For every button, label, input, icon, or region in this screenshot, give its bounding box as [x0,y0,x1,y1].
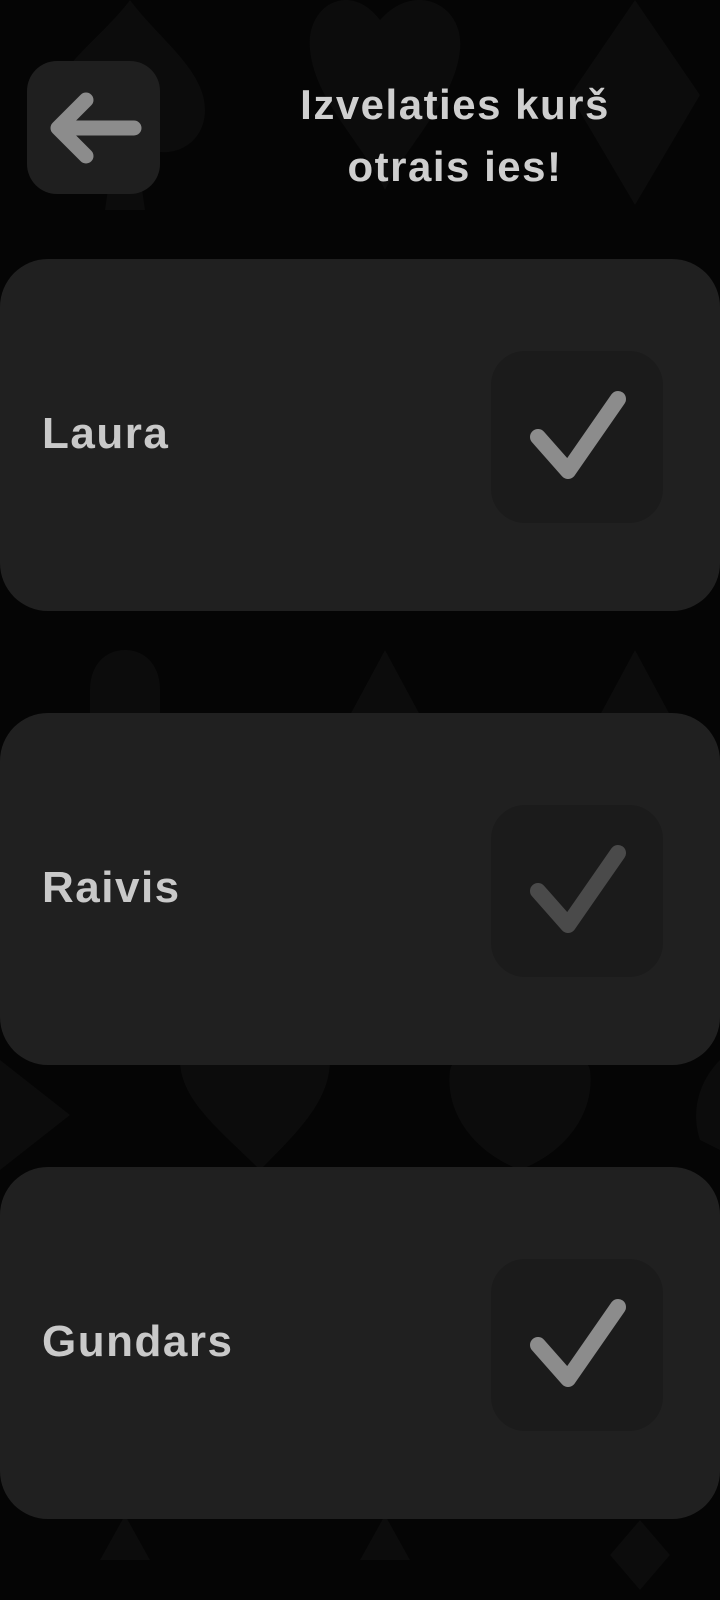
player-checkbox[interactable] [491,805,663,977]
diamond-shape [610,1520,670,1590]
checkmark-icon [530,845,626,933]
spade-shape [350,650,420,715]
diamond-shape [0,1060,70,1170]
player-name: Laura [42,409,170,458]
player-checkbox[interactable] [491,1259,663,1431]
checkmark-icon [530,391,626,479]
player-name: Raivis [42,863,181,912]
player-card-raivis[interactable]: Raivis [0,713,720,1065]
spade-shape [100,1515,150,1560]
player-checkbox[interactable] [491,351,663,523]
back-button[interactable] [27,61,160,194]
club-shape [90,650,160,720]
player-card-laura[interactable]: Laura [0,259,720,611]
spade-shape [360,1515,410,1560]
page-title: Izvelaties kurš otrais ies! [300,81,610,190]
player-name: Gundars [42,1317,234,1366]
spade-shape [600,650,670,715]
arrow-left-icon [50,92,141,163]
checkmark-icon [530,1299,626,1387]
heart-shape [180,1060,330,1170]
club-shape [696,1060,720,1150]
player-card-gundars[interactable]: Gundars [0,1167,720,1519]
